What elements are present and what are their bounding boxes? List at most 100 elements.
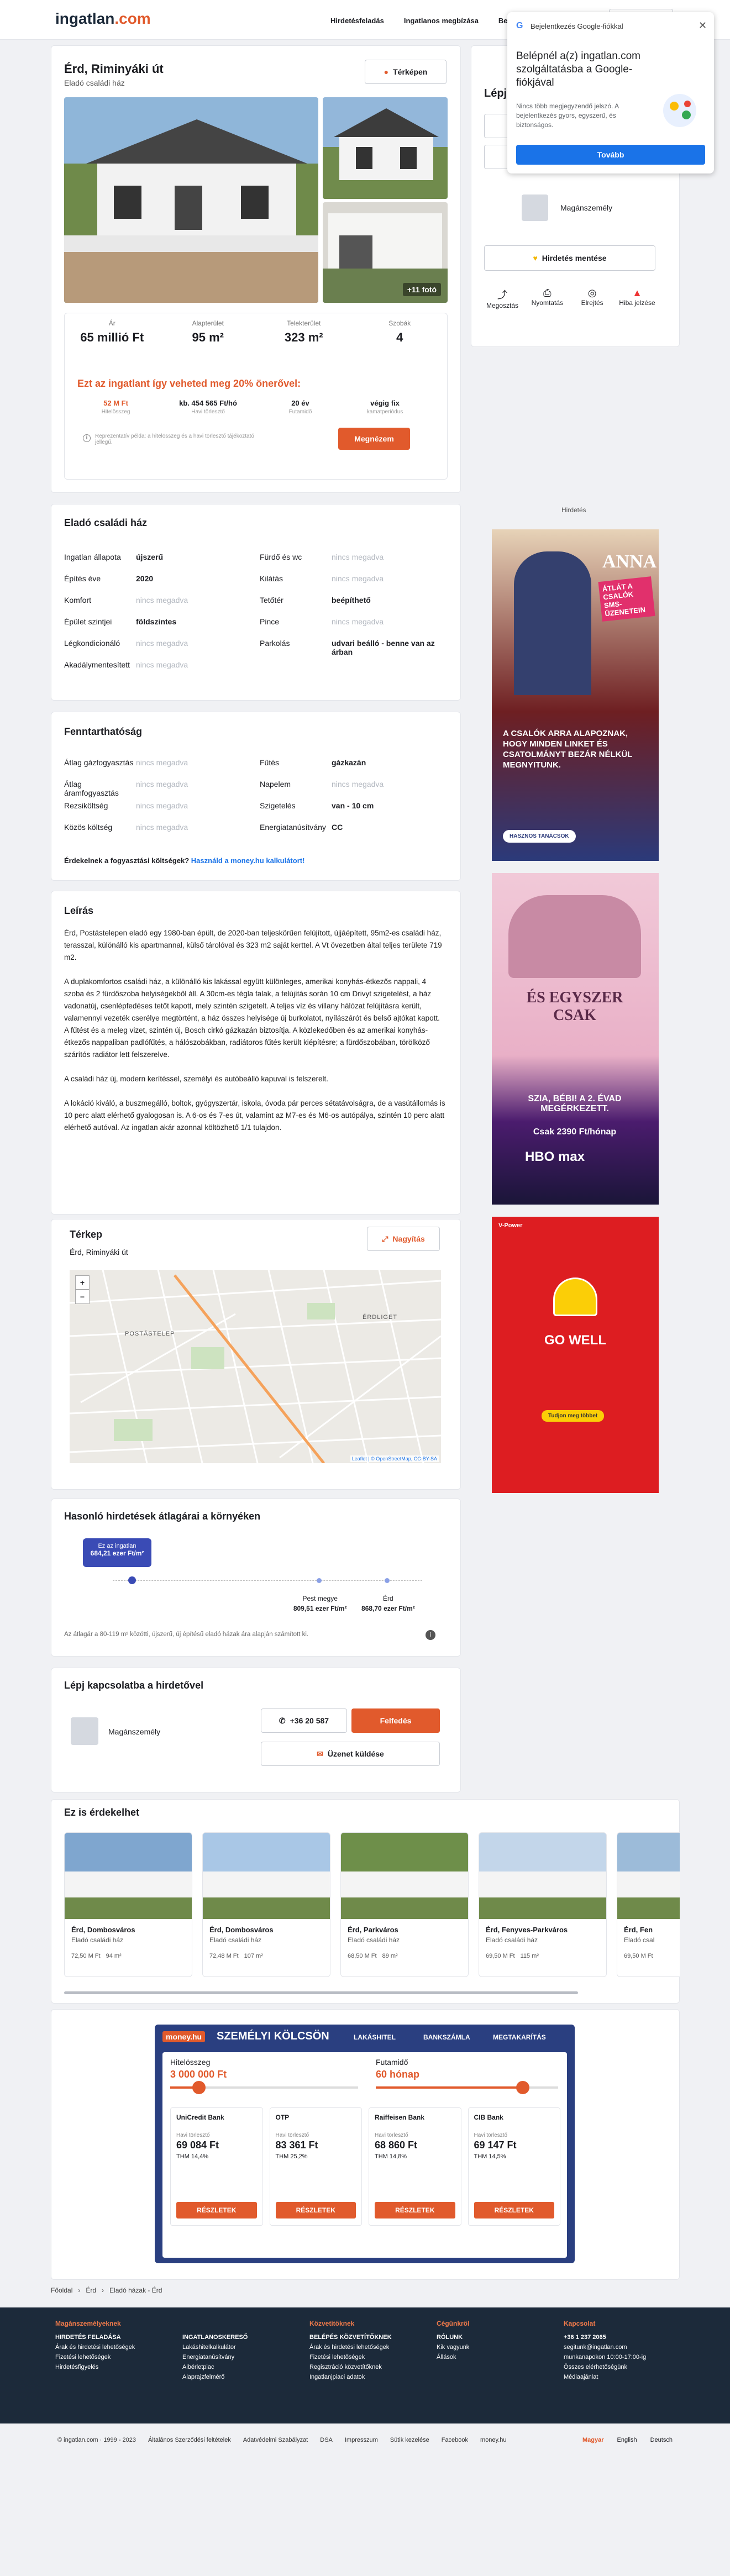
logo[interactable]: ingatlan.com bbox=[55, 10, 151, 28]
breadcrumb-home[interactable]: Főoldal bbox=[51, 2286, 72, 2294]
footer-link[interactable]: Ingatlanjpiaci adatok bbox=[309, 2374, 420, 2380]
photo-3[interactable]: +11 fotó bbox=[323, 202, 448, 303]
similar-item[interactable]: Érd, Dombosváros Eladó családi ház 72,48 M… bbox=[202, 1832, 330, 1977]
google-continue-button[interactable]: Tovább bbox=[516, 145, 705, 165]
breadcrumb-category[interactable]: Eladó házak - Érd bbox=[109, 2286, 162, 2294]
term-slider[interactable] bbox=[376, 2086, 558, 2089]
footer-link[interactable]: Kik vagyunk bbox=[437, 2344, 547, 2351]
footer-link[interactable]: Albérletpiac bbox=[182, 2364, 293, 2370]
lang-de[interactable]: Deutsch bbox=[650, 2437, 673, 2443]
map-view[interactable]: POSTÁSTELEP ÉRDLIGET + − Leaflet | © Ope… bbox=[70, 1270, 441, 1463]
phone-button[interactable]: ✆ +36 20 587 bbox=[261, 1708, 347, 1733]
ad-csak-logo: HBO max bbox=[525, 1149, 585, 1164]
footer-link[interactable]: Alaprajzfelmérő bbox=[182, 2374, 293, 2380]
share-action[interactable]: ⤴ Megosztás bbox=[484, 287, 521, 309]
footer-link[interactable]: Árak és hirdetési lehetőségek bbox=[309, 2344, 420, 2351]
breadcrumb-city[interactable]: Érd bbox=[86, 2286, 96, 2294]
contact-avatar bbox=[71, 1717, 98, 1745]
amount-slider-handle[interactable] bbox=[192, 2081, 206, 2094]
reveal-phone-button[interactable]: Felfedés bbox=[351, 1708, 440, 1733]
footer-column: Cégünkről RÓLUNK Kik vagyunk Állások bbox=[437, 2320, 547, 2384]
nav-hirdetesfeladas[interactable]: Hirdetésfeladás bbox=[330, 17, 384, 25]
similar-item[interactable]: Érd, Fen Eladó csal 69,50 M Ft bbox=[617, 1832, 680, 1977]
lang-hu[interactable]: Magyar bbox=[582, 2437, 604, 2443]
footer-bottom-link[interactable]: Általános Szerződési feltételek bbox=[148, 2437, 231, 2443]
footer-link[interactable]: segitunk@ingatlan.com bbox=[564, 2344, 674, 2351]
footer-link[interactable]: Fizetési lehetőségek bbox=[309, 2354, 420, 2361]
bank-details-button[interactable]: RÉSZLETEK bbox=[275, 2202, 356, 2218]
action-label: Hiba jelzése bbox=[619, 299, 655, 307]
money-calculator-link[interactable]: Használd a money.hu kalkulátort! bbox=[191, 856, 305, 865]
ad-shell-cta[interactable]: Tudjon meg többet bbox=[542, 1410, 605, 1422]
side-avatar bbox=[522, 194, 548, 221]
footer-bottom-link[interactable]: DSA bbox=[320, 2437, 333, 2443]
bank-details-button[interactable]: RÉSZLETEK bbox=[176, 2202, 257, 2218]
save-listing-button[interactable]: ♥ Hirdetés mentése bbox=[484, 245, 655, 271]
footer-heading: Magánszemélyeknek bbox=[55, 2320, 121, 2327]
lang-en[interactable]: English bbox=[617, 2437, 637, 2443]
hide-action[interactable]: ◎ Elrejtés bbox=[574, 287, 611, 309]
photo-2[interactable] bbox=[323, 97, 448, 199]
footer-link[interactable]: Árak és hirdetési lehetőségek bbox=[55, 2344, 166, 2351]
more-photos-label[interactable]: +11 fotó bbox=[402, 283, 441, 296]
footer-link[interactable]: Médiaajánlat bbox=[564, 2374, 674, 2380]
money-brand: money.hu bbox=[162, 2031, 206, 2042]
report-action[interactable]: ▲ Hiba jelzése bbox=[619, 287, 655, 309]
close-icon[interactable]: ✕ bbox=[699, 20, 707, 31]
similar-item[interactable]: Érd, Dombosváros Eladó családi ház 72,50 M… bbox=[64, 1832, 192, 1977]
stat-plot: Telekterület 323 m² bbox=[256, 319, 352, 345]
info-icon[interactable]: i bbox=[426, 1630, 435, 1640]
footer-link[interactable]: HIRDETÉS FELADÁSA bbox=[55, 2334, 166, 2341]
similar-item[interactable]: Érd, Parkváros Eladó családi ház 68,50 M F… bbox=[340, 1832, 469, 1977]
bank-details-button[interactable]: RÉSZLETEK bbox=[375, 2202, 455, 2218]
ad-csak[interactable]: ÉS EGYSZER CSAK SZIA, BÉBI! A 2. ÉVAD ME… bbox=[492, 873, 659, 1205]
city-name: Érd bbox=[383, 1595, 393, 1602]
money-tab-megtakaritas[interactable]: MEGTAKARÍTÁS bbox=[493, 2033, 546, 2041]
bank-monthly-value: 83 361 Ft bbox=[275, 2139, 318, 2151]
footer-link[interactable]: Fizetési lehetőségek bbox=[55, 2354, 166, 2361]
footer-link[interactable]: RÓLUNK bbox=[437, 2334, 547, 2341]
zoom-in-button[interactable]: + bbox=[75, 1275, 90, 1290]
map-attribution[interactable]: Leaflet | © OpenStreetMap, CC-BY-SA bbox=[350, 1455, 439, 1462]
similar-item-area: 94 m² bbox=[106, 1953, 122, 1959]
footer-bottom-link[interactable]: Facebook bbox=[442, 2437, 468, 2443]
detail-row: Komfort nincs megadva bbox=[64, 596, 246, 604]
send-message-button[interactable]: ✉ Üzenet küldése bbox=[261, 1742, 440, 1766]
ad-anna-cta[interactable]: HASZNOS TANÁCSOK bbox=[503, 830, 576, 843]
bank-details-button[interactable]: RÉSZLETEK bbox=[474, 2202, 554, 2218]
print-action[interactable]: ⎙ Nyomtatás bbox=[529, 287, 565, 309]
footer-bottom-link[interactable]: Sütik kezelése bbox=[390, 2437, 429, 2443]
ad-anna-figure bbox=[514, 551, 591, 695]
money-tab-lakashitel[interactable]: LAKÁSHITEL bbox=[354, 2033, 396, 2041]
footer-link[interactable]: Állások bbox=[437, 2354, 547, 2361]
main-photo[interactable] bbox=[64, 97, 318, 303]
zoom-out-button[interactable]: − bbox=[75, 1290, 90, 1304]
footer-link[interactable]: +36 1 237 2065 bbox=[564, 2334, 674, 2341]
similar-scrollbar[interactable] bbox=[64, 1991, 578, 1994]
loan-button[interactable]: Megnézem bbox=[338, 428, 410, 450]
footer-bottom-link[interactable]: Impresszum bbox=[345, 2437, 378, 2443]
similar-item[interactable]: Érd, Fenyves-Parkváros Eladó családi ház 6… bbox=[479, 1832, 607, 1977]
footer-link[interactable]: Energiatanúsítvány bbox=[182, 2354, 293, 2361]
footer-link[interactable]: Lakáshitelkalkulátor bbox=[182, 2344, 293, 2351]
footer-link[interactable]: Hirdetésfigyelés bbox=[55, 2364, 166, 2370]
footer-bottom-link[interactable]: Adatvédelmi Szabályzat bbox=[243, 2437, 308, 2443]
footer-link[interactable]: Összes elérhetőségünk bbox=[564, 2364, 674, 2370]
nav-ingatlanos[interactable]: Ingatlanos megbízása bbox=[404, 17, 479, 25]
footer-bottom-link[interactable]: © ingatlan.com · 1999 - 2023 bbox=[57, 2437, 136, 2443]
bank-offer: Raiffeisen Bank Havi törlesztő 68 860 Ft TH… bbox=[369, 2107, 461, 2226]
map-enlarge-button[interactable]: ⤢ Nagyítás bbox=[367, 1227, 440, 1251]
footer-link[interactable]: Regisztráció közvetítőknek bbox=[309, 2364, 420, 2370]
detail-key: Tetőtér bbox=[260, 596, 283, 604]
footer-bottom-link[interactable]: money.hu bbox=[480, 2437, 507, 2443]
similar-row: Érd, Dombosváros Eladó családi ház 72,50 M… bbox=[64, 1832, 680, 1977]
loan-item: 52 M Ft Hitelösszeg bbox=[77, 399, 154, 415]
ad-shell[interactable]: V-Power GO WELL Tudjon meg többet bbox=[492, 1217, 659, 1493]
term-slider-handle[interactable] bbox=[516, 2081, 529, 2094]
money-tab-bankszamla[interactable]: BANKSZÁMLA bbox=[423, 2033, 470, 2041]
ad-anna[interactable]: ANNA ÁTLÁT A CSALÓK SMS-ÜZENETEIN A CSAL… bbox=[492, 529, 659, 861]
footer-link[interactable]: BELÉPÉS KÖZVETÍTŐKNEK bbox=[309, 2334, 420, 2341]
footer-link[interactable]: munkanapokon 10:00-17:00-ig bbox=[564, 2354, 674, 2361]
footer-link[interactable]: INGATLANOSKERESŐ bbox=[182, 2334, 293, 2341]
map-button[interactable]: ● Térképen bbox=[365, 60, 447, 84]
